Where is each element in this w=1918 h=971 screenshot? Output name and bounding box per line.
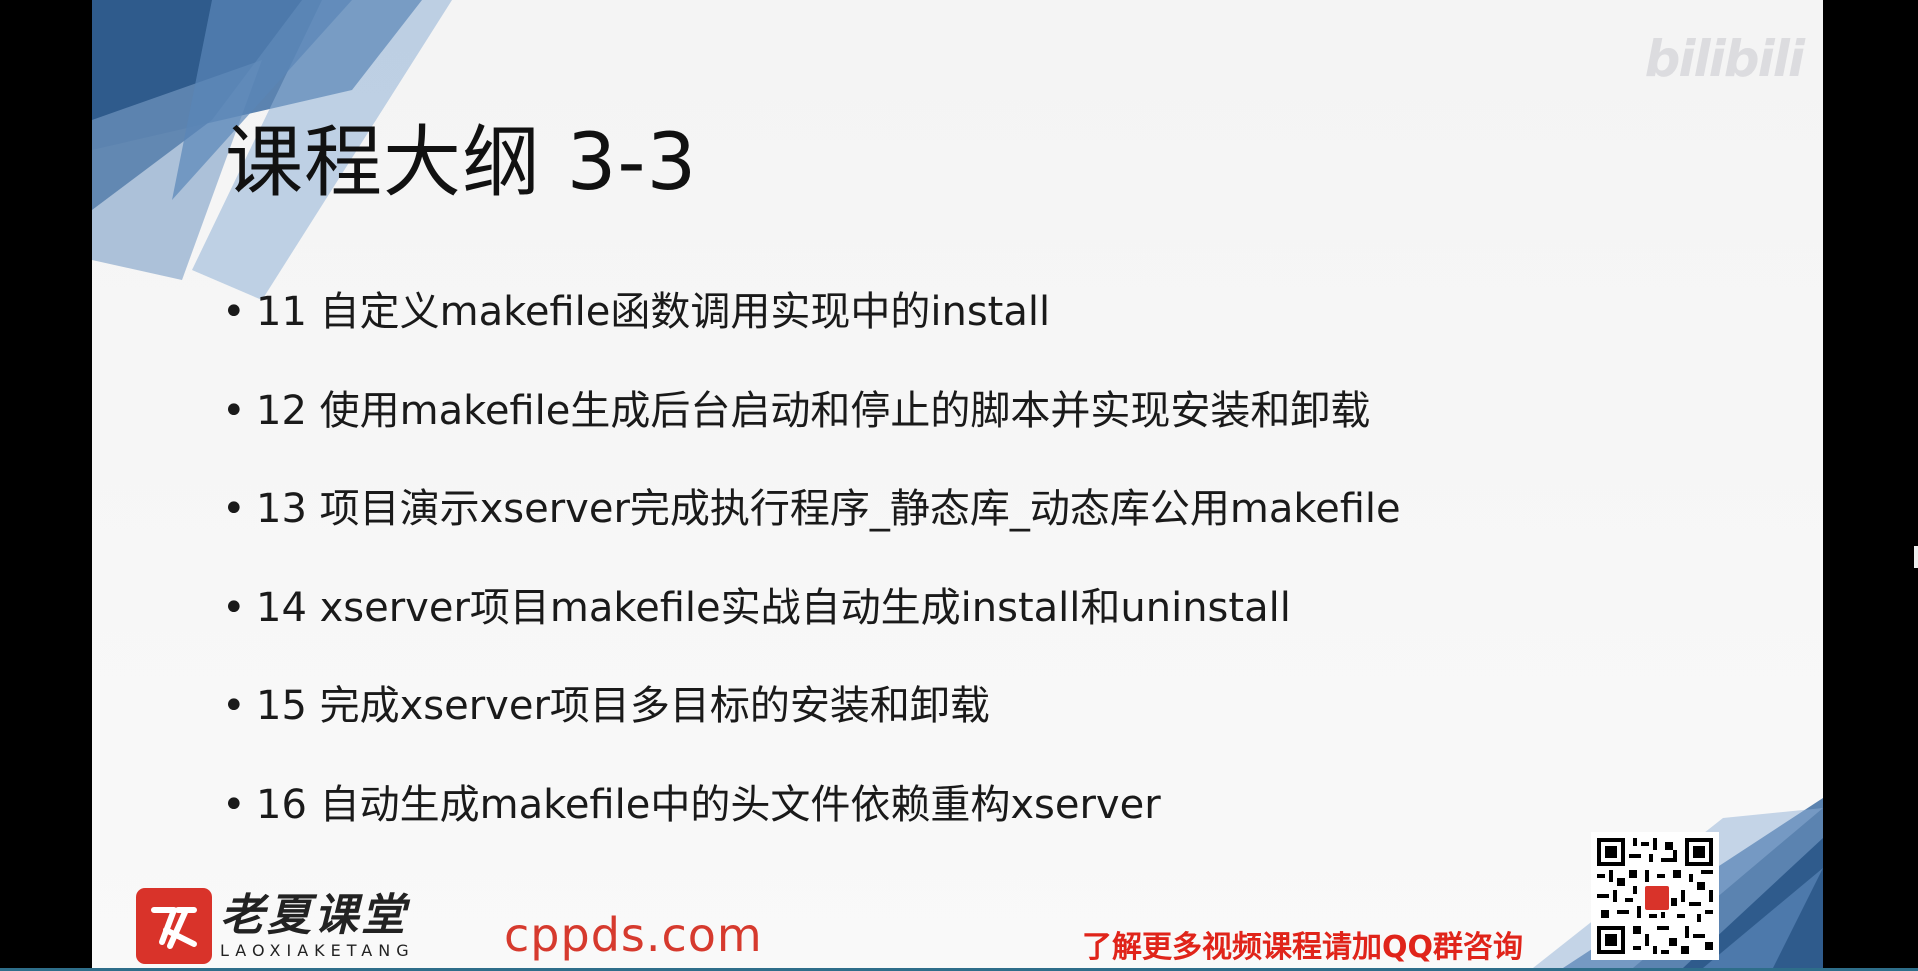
outline-item: • 13 项目演示xserver完成执行程序_静态库_动态库公用makefile	[222, 484, 1401, 583]
outline-item: • 11 自定义makefile函数调用实现中的install	[222, 287, 1401, 386]
bullet-icon: •	[222, 683, 246, 729]
bullet-icon: •	[222, 781, 246, 828]
brand-logo-text: 老夏课堂 LAOXIAKETANG	[220, 891, 415, 961]
video-frame[interactable]: 课程大纲 3-3 • 11 自定义makefile函数调用实现中的install …	[0, 0, 1918, 971]
bullet-icon: •	[222, 387, 246, 434]
outline-item-text: 15 完成xserver项目多目标的安装和卸载	[256, 683, 990, 729]
qr-center-logo-icon	[1643, 884, 1671, 912]
slide-title: 课程大纲 3-3	[225, 118, 698, 208]
outline-item-text: 14 xserver项目makefile实战自动生成install和uninst…	[256, 584, 1291, 631]
outline-item-text: 11 自定义makefile函数调用实现中的install	[256, 289, 1051, 335]
brand-logo: 老夏课堂 LAOXIAKETANG	[136, 888, 415, 964]
outline-item-text: 16 自动生成makefile中的头文件依赖重构xserver	[256, 781, 1161, 828]
bullet-icon: •	[222, 584, 246, 631]
brand-name-cn: 老夏课堂	[220, 890, 408, 941]
outline-item: • 16 自动生成makefile中的头文件依赖重构xserver	[222, 780, 1401, 879]
edge-indicator	[1914, 546, 1918, 568]
course-outline-list: • 11 自定义makefile函数调用实现中的install • 12 使用mak…	[222, 287, 1401, 878]
website-url: cppds.com	[504, 908, 763, 962]
brand-name-en: LAOXIAKETANG	[220, 941, 415, 960]
bullet-icon: •	[222, 486, 246, 532]
bullet-icon: •	[222, 289, 246, 335]
outline-item-text: 13 项目演示xserver完成执行程序_静态库_动态库公用makefile	[256, 486, 1401, 532]
qr-code-icon	[1591, 832, 1719, 960]
outline-item: • 12 使用makefile生成后台启动和停止的脚本并实现安装和卸载	[222, 386, 1401, 485]
slide: 课程大纲 3-3 • 11 自定义makefile函数调用实现中的install …	[92, 0, 1823, 968]
outline-item: • 14 xserver项目makefile实战自动生成install和unins…	[222, 583, 1401, 682]
bilibili-watermark: bilibili	[1644, 30, 1805, 88]
outline-item: • 15 完成xserver项目多目标的安装和卸载	[222, 681, 1401, 780]
brand-logo-icon	[136, 888, 212, 964]
outline-item-text: 12 使用makefile生成后台启动和停止的脚本并实现安装和卸载	[256, 387, 1371, 434]
promo-text: 了解更多视频课程请加QQ群咨询	[1082, 930, 1524, 965]
